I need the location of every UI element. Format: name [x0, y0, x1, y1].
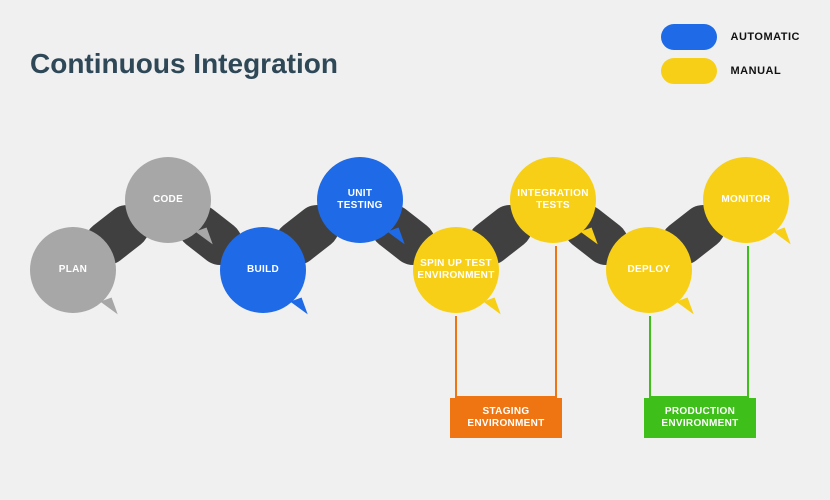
- node-deploy-label: DEPLOY: [622, 264, 677, 277]
- page-title: Continuous Integration: [30, 48, 338, 80]
- node-spin-up-label: SPIN UP TESTENVIRONMENT: [411, 258, 500, 283]
- legend-manual-label: MANUAL: [731, 65, 782, 77]
- production-env-box: PRODUCTIONENVIRONMENT: [644, 398, 756, 438]
- node-monitor-label: MONITOR: [715, 194, 776, 207]
- node-unit-testing-label: UNITTESTING: [331, 188, 388, 213]
- node-code-label: CODE: [147, 194, 189, 207]
- legend: AUTOMATIC MANUAL: [661, 24, 800, 84]
- node-build-tail: [290, 297, 307, 318]
- node-integration-tests-label: INTEGRATIONTESTS: [511, 188, 594, 213]
- legend-automatic-swatch: [661, 24, 717, 50]
- node-deploy-tail: [676, 297, 693, 318]
- legend-automatic-label: AUTOMATIC: [731, 31, 800, 43]
- legend-manual: MANUAL: [661, 58, 800, 84]
- legend-manual-swatch: [661, 58, 717, 84]
- staging-env-box: STAGINGENVIRONMENT: [450, 398, 562, 438]
- bracket-line: [649, 316, 651, 396]
- node-build-label: BUILD: [241, 264, 285, 277]
- node-monitor-tail: [773, 227, 790, 248]
- bracket-line: [455, 316, 457, 396]
- production-env-label: PRODUCTIONENVIRONMENT: [661, 406, 738, 431]
- pipeline-chain: PLAN CODE BUILD UNITTESTING SPIN UP TEST…: [20, 155, 810, 355]
- legend-automatic: AUTOMATIC: [661, 24, 800, 50]
- node-spin-up-tail: [483, 297, 500, 318]
- bracket-line: [747, 246, 749, 396]
- bracket-line: [555, 246, 557, 396]
- staging-env-label: STAGINGENVIRONMENT: [467, 406, 544, 431]
- node-plan-label: PLAN: [53, 264, 93, 277]
- node-plan-tail: [100, 297, 117, 318]
